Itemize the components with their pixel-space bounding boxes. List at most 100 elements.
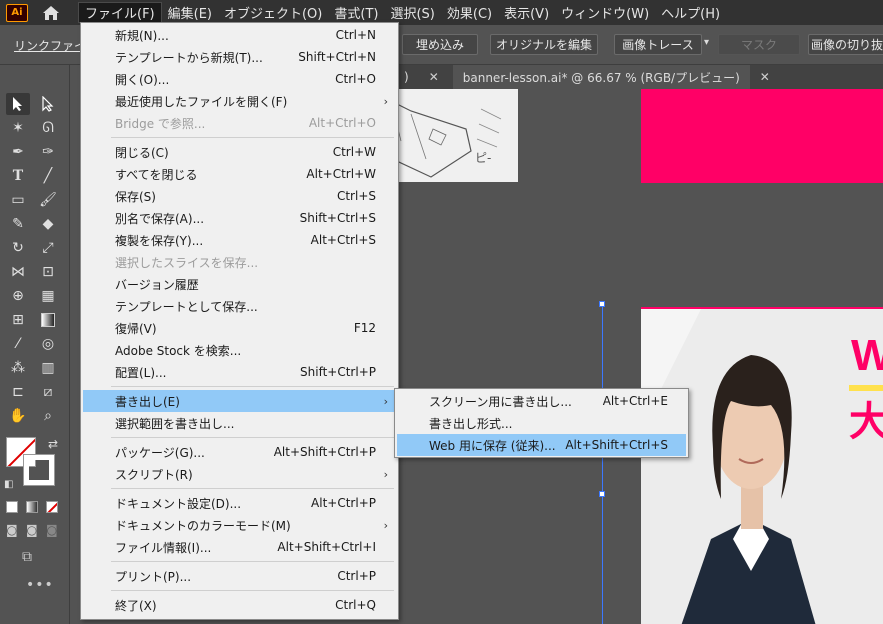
menu-object[interactable]: オブジェクト(O) (218, 2, 328, 23)
menu-item-browse-in-bridge: Bridge で参照... Alt+Ctrl+O (115, 116, 376, 131)
edit-original-button[interactable]: オリジナルを編集 (490, 34, 598, 55)
eyedropper-tool-icon[interactable]: ⁄ (6, 333, 30, 355)
pink-banner-top[interactable] (641, 89, 883, 183)
screen-mode-icon[interactable]: ⧉ (22, 549, 32, 565)
menu-item-package[interactable]: パッケージ(G)... Alt+Shift+Ctrl+P (83, 441, 396, 463)
menu-item-save[interactable]: 保存(S) Ctrl+S (83, 185, 396, 207)
menu-effect[interactable]: 効果(C) (441, 2, 498, 23)
embed-button[interactable]: 埋め込み (402, 34, 478, 55)
menu-item-document-color-mode[interactable]: ドキュメントのカラーモード(M) › (83, 514, 396, 536)
menu-item-file-info[interactable]: ファイル情報(I)... Alt+Shift+Ctrl+I (83, 536, 396, 558)
type-tool-icon[interactable]: T (6, 165, 30, 187)
tab-previous[interactable]: ) (398, 65, 415, 89)
tab-close-icon[interactable]: ✕ (415, 65, 453, 89)
menu-item-quit[interactable]: 終了(X) Ctrl+Q (83, 594, 396, 616)
blend-tool-icon[interactable]: ◎ (36, 333, 60, 355)
gradient-mode-icon[interactable] (26, 501, 38, 513)
symbol-sprayer-tool-icon[interactable]: ⁂ (6, 357, 30, 379)
menu-item-save-for-web[interactable]: Web 用に保存 (従来)... Alt+Shift+Ctrl+S (397, 434, 686, 456)
slice-tool-icon[interactable]: ⧄ (36, 381, 60, 403)
image-trace-button[interactable]: 画像トレース (614, 34, 702, 55)
menu-file[interactable]: ファイル(F) (78, 2, 162, 23)
menu-item-new-from-template[interactable]: テンプレートから新規(T)... Shift+Ctrl+N (83, 46, 396, 68)
menu-separator (111, 137, 394, 138)
draw-normal-icon[interactable]: ◙ (6, 523, 18, 537)
menu-item-revert[interactable]: 復帰(V) F12 (83, 317, 396, 339)
menu-view[interactable]: 表示(V) (498, 2, 555, 23)
menu-edit[interactable]: 編集(E) (162, 2, 218, 23)
menu-item-search-adobe-stock[interactable]: Adobe Stock を検索... (83, 339, 396, 361)
shape-builder-tool-icon[interactable]: ⊕ (6, 285, 30, 307)
banner-artboard[interactable]: W 大 (641, 307, 883, 624)
eraser-tool-icon[interactable]: ◆ (36, 213, 60, 235)
artboard-tool-icon[interactable]: ⊏ (6, 381, 30, 403)
menu-item-new[interactable]: 新規(N)... Ctrl+N (83, 24, 396, 46)
shaper-tool-icon[interactable]: ✎ (6, 213, 30, 235)
tab-close-icon-active[interactable]: ✕ (750, 65, 788, 89)
sketch-text: ピ- (475, 151, 492, 165)
stroke-swatch[interactable] (23, 454, 55, 486)
zoom-tool-icon[interactable]: ⌕ (36, 405, 60, 427)
menu-separator (111, 437, 394, 438)
curvature-tool-icon[interactable]: ✑ (36, 141, 60, 163)
selection-handle[interactable] (599, 301, 605, 307)
menu-item-scripts[interactable]: スクリプト(R) › (83, 463, 396, 485)
perspective-grid-tool-icon[interactable]: ▦ (36, 285, 60, 307)
mask-button: マスク (718, 34, 800, 55)
lasso-tool-icon[interactable]: ᘏ (36, 117, 60, 139)
chevron-right-icon: › (383, 467, 388, 481)
menu-item-print[interactable]: プリント(P)... Ctrl+P (83, 565, 396, 587)
menu-item-export[interactable]: 書き出し(E) › (83, 390, 396, 412)
none-mode-icon[interactable] (46, 501, 58, 513)
menu-item-save-copy[interactable]: 複製を保存(Y)... Alt+Ctrl+S (83, 229, 396, 251)
scale-tool-icon[interactable]: ⤢ (36, 237, 60, 259)
line-tool-icon[interactable]: ╱ (36, 165, 60, 187)
menu-window[interactable]: ウィンドウ(W) (555, 2, 655, 23)
menu-item-close-all[interactable]: すべてを閉じる Alt+Ctrl+W (83, 163, 396, 185)
chevron-right-icon: › (383, 94, 388, 108)
file-menu-dropdown: 新規(N)... Ctrl+N テンプレートから新規(T)... Shift+Ctr… (80, 22, 399, 620)
menu-separator (111, 386, 394, 387)
menu-item-save-selected-slices: 選択したスライスを保存... (115, 255, 259, 270)
swap-colors-icon[interactable]: ⇄ (48, 437, 58, 451)
menu-item-open[interactable]: 開く(O)... Ctrl+O (83, 68, 396, 90)
home-icon[interactable] (38, 2, 64, 24)
menu-item-export-for-screens[interactable]: スクリーン用に書き出し... Alt+Ctrl+E (397, 390, 686, 412)
direct-selection-tool-icon[interactable] (36, 93, 60, 115)
chevron-right-icon: › (383, 394, 388, 408)
tab-banner-lesson[interactable]: banner-lesson.ai* @ 66.67 % (RGB/プレビュー) (452, 65, 750, 89)
menu-item-export-selection[interactable]: 選択範囲を書き出し... (83, 412, 396, 434)
menu-item-close[interactable]: 閉じる(C) Ctrl+W (83, 141, 396, 163)
chevron-down-icon[interactable]: ▾ (704, 37, 709, 48)
selection-handle[interactable] (599, 491, 605, 497)
color-mode-icon[interactable] (6, 501, 18, 513)
selection-tool-icon[interactable] (6, 93, 30, 115)
menu-item-export-as[interactable]: 書き出し形式... (397, 412, 686, 434)
menu-item-save-as-template[interactable]: テンプレートとして保存... (83, 295, 396, 317)
menu-select[interactable]: 選択(S) (384, 2, 440, 23)
draw-inside-icon[interactable]: ◙ (46, 523, 58, 537)
menu-item-save-as[interactable]: 別名で保存(A)... Shift+Ctrl+S (83, 207, 396, 229)
pen-tool-icon[interactable]: ✒ (6, 141, 30, 163)
gradient-tool-icon[interactable] (36, 309, 60, 331)
graph-tool-icon[interactable]: ▥ (36, 357, 60, 379)
menu-item-document-setup[interactable]: ドキュメント設定(D)... Alt+Ctrl+P (83, 492, 396, 514)
crop-image-button[interactable]: 画像の切り抜き (808, 34, 883, 55)
free-transform-tool-icon[interactable]: ⊡ (36, 261, 60, 283)
default-colors-icon[interactable]: ◧ (4, 479, 13, 490)
rectangle-tool-icon[interactable]: ▭ (6, 189, 30, 211)
more-tools-icon[interactable]: ••• (26, 577, 54, 593)
hand-tool-icon[interactable]: ✋ (6, 405, 30, 427)
magic-wand-tool-icon[interactable]: ✶ (6, 117, 30, 139)
menu-help[interactable]: ヘルプ(H) (655, 2, 726, 23)
mesh-tool-icon[interactable]: ⊞ (6, 309, 30, 331)
menu-separator (111, 488, 394, 489)
menu-item-place[interactable]: 配置(L)... Shift+Ctrl+P (83, 361, 396, 383)
width-tool-icon[interactable]: ⋈ (6, 261, 30, 283)
menu-type[interactable]: 書式(T) (328, 2, 384, 23)
draw-behind-icon[interactable]: ◙ (26, 523, 38, 537)
paintbrush-tool-icon[interactable]: 🖌 (36, 189, 60, 211)
menu-item-version-history[interactable]: バージョン履歴 (83, 273, 396, 295)
menu-item-open-recent[interactable]: 最近使用したファイルを開く(F) › (83, 90, 396, 112)
rotate-tool-icon[interactable]: ↻ (6, 237, 30, 259)
